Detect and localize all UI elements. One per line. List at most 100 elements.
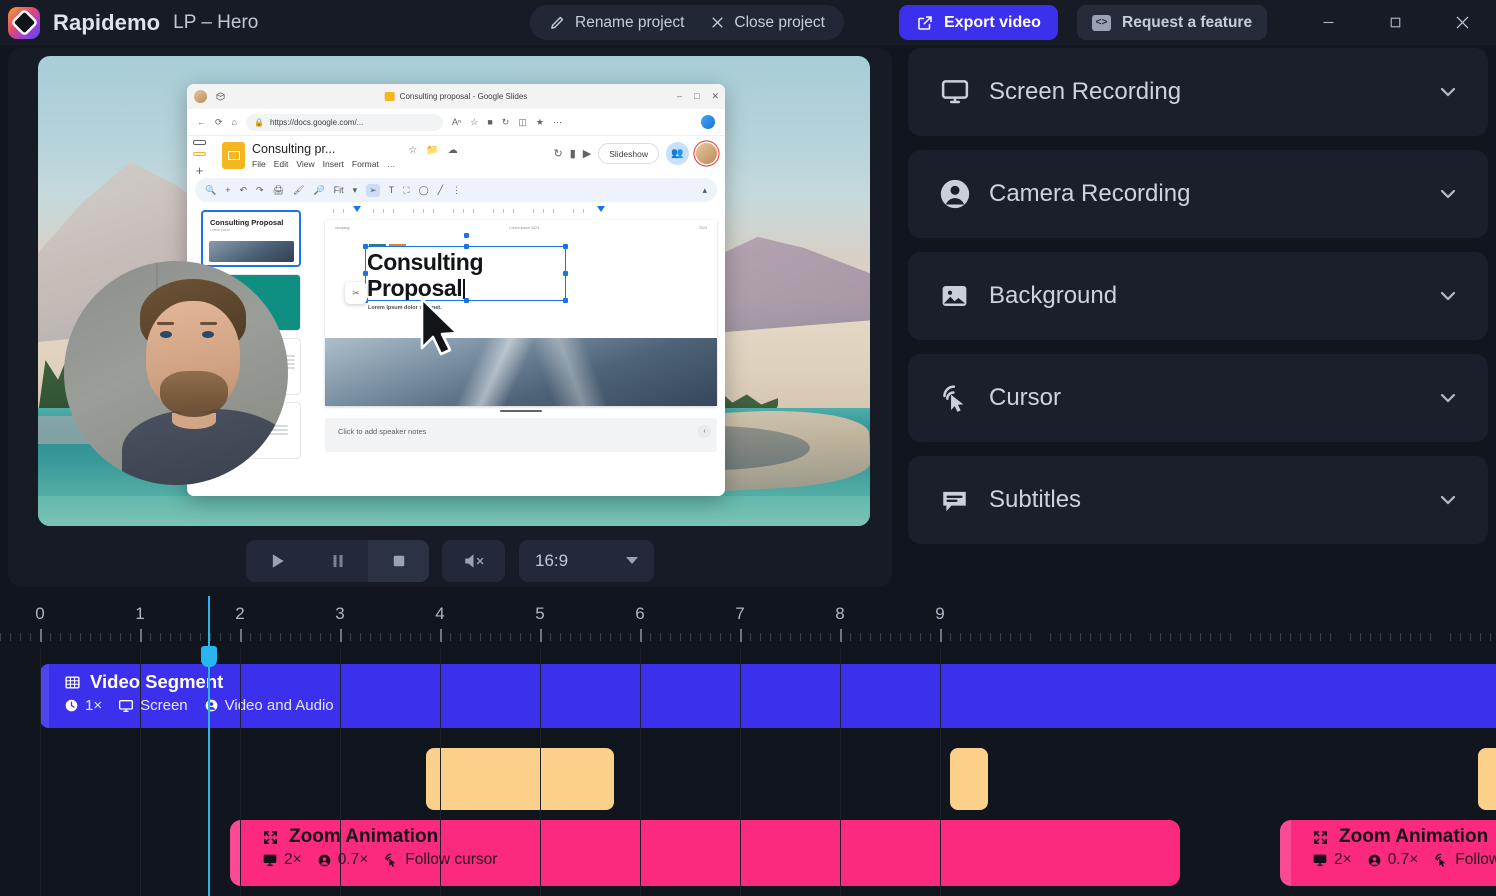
zoom-animation-clip[interactable]: Zoom Animation 2× — [230, 820, 1180, 886]
version-history-icon: ↻ — [554, 147, 563, 160]
zoom-block[interactable] — [950, 748, 988, 810]
sidebar-item-cursor[interactable]: Cursor — [908, 354, 1488, 442]
close-project-label: Close project — [734, 14, 824, 32]
speaker-notes-area[interactable]: Click to add speaker notes ‹ — [325, 418, 717, 452]
sidebar-item-subtitles[interactable]: Subtitles — [908, 456, 1488, 544]
request-feature-button[interactable]: <> Request a feature — [1077, 5, 1267, 40]
timeline-playhead[interactable] — [208, 596, 210, 896]
rename-project-label: Rename project — [575, 14, 684, 32]
slides-right-actions: ↻ ▮ ▶ Slideshow 👥 — [554, 142, 718, 165]
ruler-tick-minor — [1010, 633, 1011, 641]
zoom-block[interactable] — [1478, 748, 1496, 810]
slides-menu-file: File — [252, 159, 266, 169]
shape-icon: ◯ — [419, 185, 429, 196]
share-button: 👥 — [666, 142, 689, 165]
browser-more-icon: ⋯ — [553, 117, 562, 128]
ruler-tick-major — [140, 629, 142, 642]
close-window-button[interactable] — [1429, 0, 1496, 45]
timeline-gridline — [140, 648, 141, 896]
video-segment-clip[interactable]: Video Segment 1× Screen — [40, 664, 1496, 728]
timeline-gridline — [840, 648, 841, 896]
film-grid-icon — [64, 674, 81, 691]
browser-minimize-icon: – — [677, 91, 682, 102]
properties-sidebar: Screen Recording Camera Recording Backgr… — [908, 48, 1488, 558]
slideshow-label: Slideshow — [609, 149, 648, 159]
zoom-block[interactable] — [426, 748, 614, 810]
browser-history-icon: ↻ — [502, 117, 510, 128]
google-slides-icon — [385, 92, 395, 101]
ruler-tick-minor — [1450, 633, 1451, 641]
timeline-ruler[interactable]: 0123456789 — [0, 596, 1496, 644]
ruler-tick-minor — [360, 633, 361, 641]
ruler-tick-minor — [1000, 633, 1001, 641]
ruler-tick-minor — [370, 633, 371, 641]
ruler-tick-major — [540, 629, 542, 642]
title-bar: Rapidemo LP – Hero Rename project Close … — [0, 0, 1496, 45]
ruler-tick-minor — [1200, 633, 1201, 641]
slides-menu-view: View — [296, 159, 314, 169]
zoom-animation-clip[interactable]: Zoom Animation 2× — [1280, 820, 1496, 886]
move-to-folder-icon: 📁 — [426, 145, 438, 156]
ruler-tick-minor — [1160, 633, 1161, 641]
ruler-tick-minor — [10, 633, 11, 641]
cursor-click-icon — [383, 852, 399, 868]
ruler-label: 2 — [235, 604, 244, 624]
pause-button[interactable] — [307, 540, 368, 582]
monitor-icon — [1312, 852, 1328, 868]
sidebar-item-screen-recording[interactable]: Screen Recording — [908, 48, 1488, 136]
maximize-button[interactable] — [1362, 0, 1429, 45]
ruler-tick-minor — [1400, 633, 1401, 641]
ruler-tick-minor — [1420, 633, 1421, 641]
timeline-gridline — [440, 648, 441, 896]
camera-bubble[interactable] — [64, 261, 288, 485]
ruler-tick-minor — [770, 633, 771, 641]
ruler-tick-minor — [820, 633, 821, 641]
ruler-tick-minor — [1130, 633, 1131, 641]
ruler-tick-minor — [780, 633, 781, 641]
ruler-tick-minor — [760, 633, 761, 641]
export-video-button[interactable]: Export video — [899, 5, 1058, 40]
sidebar-label-subtitles: Subtitles — [989, 486, 1436, 514]
notes-resize-grip[interactable] — [500, 410, 542, 412]
ruler-tick-minor — [1100, 633, 1101, 641]
mute-button[interactable] — [442, 540, 505, 582]
rename-project-button[interactable]: Rename project — [536, 7, 697, 38]
zoom-search-icon: 🔍 — [205, 185, 216, 196]
ruler-tick-minor — [670, 633, 671, 641]
sidebar-item-background[interactable]: Background — [908, 252, 1488, 340]
zoom-animation-camera-zoom: 0.7× — [317, 851, 369, 869]
timeline-gridline — [240, 648, 241, 896]
ruler-tick-minor — [180, 633, 181, 641]
ruler-tick-minor — [1270, 633, 1271, 641]
ruler-marker-right — [597, 206, 605, 212]
text-selection-box[interactable] — [365, 246, 566, 301]
browser-url-field: 🔒 https://docs.google.com/... — [246, 114, 443, 131]
toolbar-more-icon: ⋮ — [452, 185, 461, 196]
sidebar-item-camera-recording[interactable]: Camera Recording — [908, 150, 1488, 238]
close-project-button[interactable]: Close project — [697, 7, 837, 38]
video-segment-title: Video Segment — [90, 671, 223, 693]
aspect-ratio-value: 16:9 — [535, 551, 568, 571]
timeline-gridline — [640, 648, 641, 896]
slide-canvas[interactable]: company Lorem ipsum 2024 2024 Consulting… — [325, 220, 717, 406]
video-preview-stage[interactable]: Consulting proposal - Google Slides – □ … — [38, 56, 870, 526]
play-button[interactable] — [246, 540, 307, 582]
image-icon — [938, 281, 974, 311]
cursor-click-icon — [938, 382, 974, 414]
ruler-tick-minor — [1150, 633, 1151, 641]
aspect-ratio-select[interactable]: 16:9 — [519, 540, 654, 582]
chevron-down-icon — [626, 557, 638, 564]
ruler-tick-minor — [200, 633, 201, 641]
ruler-tick-minor — [990, 633, 991, 641]
stop-button[interactable] — [368, 540, 429, 582]
ruler-tick-minor — [400, 633, 401, 641]
slide-thumb-image — [209, 241, 294, 262]
ruler-tick-minor — [1080, 633, 1081, 641]
playhead-handle[interactable] — [201, 646, 217, 667]
pencil-icon — [549, 14, 566, 31]
slide-thumb-sub: Lorem ipsum — [203, 228, 299, 232]
zoom-animation-screen-zoom: 2× — [1312, 851, 1352, 869]
minimize-button[interactable] — [1295, 0, 1362, 45]
browser-back-icon: ← — [197, 117, 206, 127]
ruler-tick-minor — [390, 633, 391, 641]
